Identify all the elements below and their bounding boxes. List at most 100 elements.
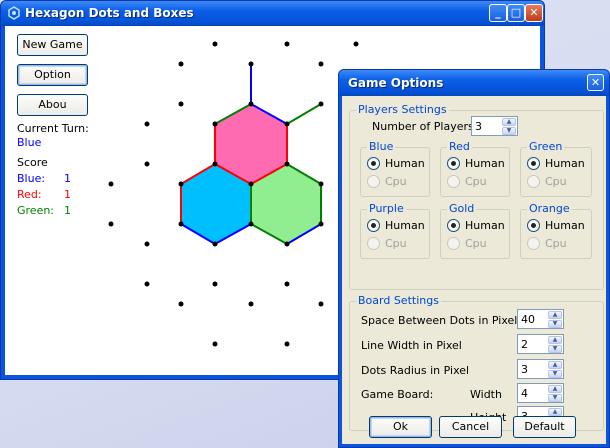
player-name: Purple <box>367 202 406 215</box>
human-label: Human <box>385 219 425 232</box>
board-dot[interactable] <box>178 301 184 307</box>
board-dot[interactable] <box>108 181 114 187</box>
cancel-button[interactable]: Cancel <box>439 416 502 438</box>
line-width-label: Line Width in Pixel <box>361 339 462 352</box>
board-dot[interactable] <box>144 121 150 127</box>
board-width-value: 4 <box>521 387 528 400</box>
board-dot[interactable] <box>284 121 290 127</box>
board-dot[interactable] <box>212 121 218 127</box>
human-radio[interactable] <box>367 157 380 170</box>
board-dot[interactable] <box>248 61 254 67</box>
board-dot[interactable] <box>284 41 290 47</box>
cpu-radio[interactable] <box>367 175 380 188</box>
dots-radius-label: Dots Radius in Pixel <box>361 364 470 377</box>
spinner-up-icon[interactable]: ▲ <box>502 118 516 126</box>
board-dot[interactable] <box>248 181 254 187</box>
human-radio[interactable] <box>527 157 540 170</box>
board-dot[interactable] <box>144 241 150 247</box>
players-settings-legend: Players Settings <box>356 103 449 116</box>
cpu-label: Cpu <box>545 175 567 188</box>
player-name: Blue <box>367 140 396 153</box>
spinner-down-icon[interactable]: ▼ <box>548 370 562 378</box>
maximize-button[interactable]: □ <box>507 4 525 22</box>
players-settings-group: Players Settings Number of Players 3 ▲ ▼ … <box>349 104 604 290</box>
board-dot[interactable] <box>284 161 290 167</box>
app-icon <box>8 6 20 20</box>
board-dot[interactable] <box>318 181 324 187</box>
player-group-orange: Orange Human Cpu <box>520 203 592 259</box>
default-button[interactable]: Default <box>513 416 576 438</box>
cpu-label: Cpu <box>465 237 487 250</box>
human-radio[interactable] <box>447 219 460 232</box>
human-label: Human <box>385 157 425 170</box>
board-settings-legend: Board Settings <box>356 294 441 307</box>
cpu-radio[interactable] <box>527 175 540 188</box>
board-dot[interactable] <box>212 161 218 167</box>
board-dot[interactable] <box>284 341 290 347</box>
board-width-spinner[interactable]: 4 ▲ ▼ <box>517 383 564 403</box>
dialog-titlebar[interactable]: Game Options ✕ <box>339 70 609 96</box>
spinner-down-icon[interactable]: ▼ <box>548 320 562 328</box>
line-width-spinner[interactable]: 2 ▲ ▼ <box>517 334 564 354</box>
board-dot[interactable] <box>144 161 150 167</box>
dots-radius-value: 3 <box>521 363 528 376</box>
board-width-label: Width <box>470 388 502 401</box>
player-name: Red <box>447 140 472 153</box>
spinner-up-icon[interactable]: ▲ <box>548 385 562 393</box>
board-dot[interactable] <box>318 221 324 227</box>
spinner-down-icon[interactable]: ▼ <box>548 394 562 402</box>
board-dot[interactable] <box>178 101 184 107</box>
board-dot[interactable] <box>248 101 254 107</box>
board-dot[interactable] <box>212 41 218 47</box>
board-dot[interactable] <box>178 221 184 227</box>
board-dot[interactable] <box>318 301 324 307</box>
board-dot[interactable] <box>248 301 254 307</box>
spinner-down-icon[interactable]: ▼ <box>502 127 516 135</box>
board-dot[interactable] <box>178 61 184 67</box>
board-dot[interactable] <box>212 281 218 287</box>
board-dot[interactable] <box>353 41 359 47</box>
human-radio[interactable] <box>527 219 540 232</box>
spinner-down-icon[interactable]: ▼ <box>548 345 562 353</box>
board-dot[interactable] <box>248 221 254 227</box>
cpu-radio[interactable] <box>447 237 460 250</box>
number-of-players-label: Number of Players <box>372 120 474 133</box>
board-dot[interactable] <box>284 281 290 287</box>
board-dot[interactable] <box>318 61 324 67</box>
cpu-label: Cpu <box>385 175 407 188</box>
main-window-title: Hexagon Dots and Boxes <box>25 6 194 20</box>
minimize-button[interactable]: _ <box>489 4 507 22</box>
game-board-label: Game Board: <box>361 388 434 401</box>
cpu-label: Cpu <box>465 175 487 188</box>
spinner-up-icon[interactable]: ▲ <box>548 361 562 369</box>
spinner-up-icon[interactable]: ▲ <box>548 336 562 344</box>
board-settings-group: Board Settings Space Between Dots in Pix… <box>349 295 604 431</box>
human-radio[interactable] <box>367 219 380 232</box>
cpu-radio[interactable] <box>447 175 460 188</box>
space-between-dots-spinner[interactable]: 40 ▲ ▼ <box>517 309 564 329</box>
board-dot[interactable] <box>178 181 184 187</box>
close-button[interactable]: ✕ <box>525 4 543 22</box>
board-dot[interactable] <box>318 101 324 107</box>
board-dot[interactable] <box>108 221 114 227</box>
ok-button[interactable]: Ok <box>369 416 432 438</box>
human-radio[interactable] <box>447 157 460 170</box>
board-dot[interactable] <box>212 341 218 347</box>
number-of-players-spinner[interactable]: 3 ▲ ▼ <box>471 116 518 136</box>
dialog-client-area: Players Settings Number of Players 3 ▲ ▼ … <box>342 96 606 444</box>
main-titlebar[interactable]: Hexagon Dots and Boxes _ □ ✕ <box>1 1 544 26</box>
board-dot[interactable] <box>212 241 218 247</box>
board-dot[interactable] <box>284 241 290 247</box>
dots-radius-spinner[interactable]: 3 ▲ ▼ <box>517 359 564 379</box>
space-between-dots-label: Space Between Dots in Pixel <box>361 314 518 327</box>
spinner-up-icon[interactable]: ▲ <box>548 311 562 319</box>
dialog-close-button[interactable]: ✕ <box>587 74 604 91</box>
player-name: Green <box>527 140 565 153</box>
player-group-purple: Purple Human Cpu <box>360 203 430 259</box>
line-width-value: 2 <box>521 338 528 351</box>
board-dot[interactable] <box>144 281 150 287</box>
cpu-radio[interactable] <box>367 237 380 250</box>
cpu-radio[interactable] <box>527 237 540 250</box>
spinner-up-icon[interactable]: ▲ <box>548 408 562 416</box>
space-between-dots-value: 40 <box>521 313 535 326</box>
